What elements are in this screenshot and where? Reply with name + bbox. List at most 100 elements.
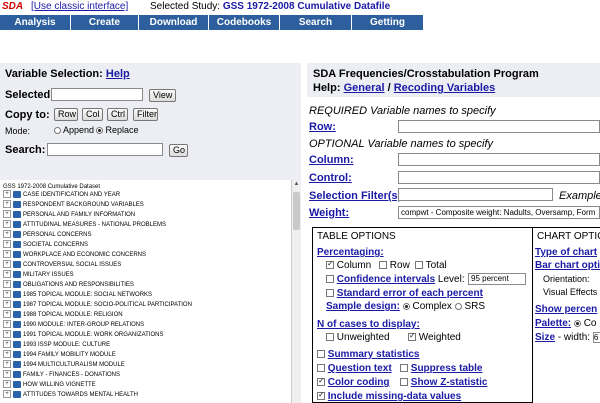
column-input[interactable] bbox=[398, 153, 600, 166]
tree-item[interactable]: +1991 TOPICAL MODULE: WORK ORGANIZATIONS bbox=[3, 330, 163, 340]
unweighted-option[interactable]: Unweighted bbox=[326, 332, 390, 343]
show-z-checkbox[interactable] bbox=[400, 378, 408, 387]
help-general-link[interactable]: General bbox=[344, 82, 385, 94]
nav-getting-started[interactable]: Getting Started bbox=[352, 15, 423, 43]
expand-icon[interactable]: + bbox=[3, 200, 11, 209]
confidence-label[interactable]: Confidence intervals bbox=[337, 274, 435, 285]
expand-icon[interactable]: + bbox=[3, 220, 11, 229]
expand-icon[interactable]: + bbox=[3, 360, 11, 369]
expand-icon[interactable]: + bbox=[3, 330, 11, 339]
copy-row-button[interactable]: Row bbox=[54, 108, 78, 121]
expand-icon[interactable]: + bbox=[3, 190, 11, 199]
suppress-label[interactable]: Suppress table bbox=[411, 363, 483, 374]
tree-item[interactable]: +1987 TOPICAL MODULE: SOCIO-POLITICAL PA… bbox=[3, 300, 192, 310]
tree-item[interactable]: + PERSONAL AND FAMILY INFORMATION bbox=[3, 210, 135, 220]
percentaging-label[interactable]: Percentaging: bbox=[317, 247, 384, 258]
nav-search[interactable]: Search bbox=[280, 15, 352, 30]
expand-icon[interactable]: + bbox=[3, 240, 11, 249]
tree-item[interactable]: +1994 MULTICULTURALISM MODULE bbox=[3, 360, 125, 370]
srs-radio[interactable] bbox=[454, 302, 462, 310]
missing-checkbox[interactable] bbox=[317, 390, 325, 401]
copy-ctrl-button[interactable]: Ctrl bbox=[107, 108, 128, 121]
selection-filter-input[interactable] bbox=[398, 188, 553, 201]
tree-item[interactable]: + WORKPLACE AND ECONOMIC CONCERNS bbox=[3, 250, 146, 260]
summary-checkbox[interactable] bbox=[317, 350, 325, 359]
weighted-checkbox[interactable] bbox=[408, 331, 416, 342]
help-recoding-link[interactable]: Recoding Variables bbox=[394, 82, 495, 94]
confidence-checkbox[interactable] bbox=[326, 275, 334, 284]
variable-selection-help-link[interactable]: Help bbox=[106, 68, 130, 80]
question-text-checkbox[interactable] bbox=[317, 364, 325, 373]
nav-codebooks[interactable]: Codebooks bbox=[209, 15, 280, 30]
search-input[interactable] bbox=[47, 143, 163, 156]
tree-item[interactable]: + CONTROVERSIAL SOCIAL ISSUES bbox=[3, 260, 121, 270]
tree-item[interactable]: + PERSONAL CONCERNS bbox=[3, 230, 91, 240]
expand-icon[interactable]: + bbox=[3, 300, 11, 309]
row-label[interactable]: Row: bbox=[309, 121, 336, 133]
copy-col-button[interactable]: Col bbox=[82, 108, 103, 121]
level-select[interactable]: 95 percent bbox=[468, 273, 526, 285]
question-text-label[interactable]: Question text bbox=[328, 363, 392, 374]
pct-column-option[interactable]: Column bbox=[326, 259, 371, 271]
expand-icon[interactable]: + bbox=[3, 270, 11, 279]
tree-item[interactable]: +1993 ISSP MODULE: CULTURE bbox=[3, 340, 110, 350]
pct-row-checkbox[interactable] bbox=[379, 261, 387, 270]
row-input[interactable] bbox=[398, 120, 600, 133]
view-button[interactable]: View bbox=[149, 89, 176, 102]
size-label[interactable]: Size bbox=[535, 332, 555, 343]
selection-filter-label[interactable]: Selection Filter(s): bbox=[309, 190, 405, 202]
expand-icon[interactable]: + bbox=[3, 350, 11, 359]
tree-item[interactable]: +1994 FAMILY MOBILITY MODULE bbox=[3, 350, 116, 360]
n-cases-label[interactable]: N of cases to display: bbox=[317, 319, 420, 330]
tree-scrollbar[interactable]: ▲ bbox=[291, 180, 301, 403]
pct-total-option[interactable]: Total bbox=[415, 260, 447, 271]
color-coding-label[interactable]: Color coding bbox=[328, 377, 390, 388]
mode-append-radio[interactable] bbox=[54, 127, 61, 135]
tree-item[interactable]: + CASE IDENTIFICATION AND YEAR bbox=[3, 190, 120, 200]
control-label[interactable]: Control: bbox=[309, 172, 352, 184]
nav-analysis[interactable]: Analysis bbox=[0, 15, 71, 30]
column-label[interactable]: Column: bbox=[309, 154, 354, 166]
std-error-checkbox[interactable] bbox=[326, 289, 334, 298]
selected-variable-input[interactable] bbox=[51, 88, 143, 101]
weighted-option[interactable]: Weighted bbox=[408, 331, 461, 343]
classic-interface-link[interactable]: [Use classic interface] bbox=[31, 1, 128, 12]
weight-label[interactable]: Weight: bbox=[309, 207, 349, 219]
tree-item[interactable]: + FAMILY - FINANCES - DONATIONS bbox=[3, 370, 120, 380]
tree-item[interactable]: + SOCIETAL CONCERNS bbox=[3, 240, 88, 250]
study-name-link[interactable]: GSS 1972-2008 Cumulative Datafile bbox=[223, 1, 390, 12]
expand-icon[interactable]: + bbox=[3, 370, 11, 379]
tree-item[interactable]: +1988 TOPICAL MODULE: RELIGION bbox=[3, 310, 123, 320]
summary-option[interactable]: Summary statistics bbox=[317, 349, 420, 360]
mode-append-option[interactable]: Append bbox=[54, 125, 94, 135]
tree-item[interactable]: + OBLIGATIONS AND RESPONSIBILITIES bbox=[3, 280, 134, 290]
confidence-option[interactable]: Confidence intervals Level: bbox=[326, 274, 465, 285]
tree-item[interactable]: +1985 TOPICAL MODULE: SOCIAL NETWORKS bbox=[3, 290, 152, 300]
palette-radio[interactable] bbox=[573, 319, 581, 327]
expand-icon[interactable]: + bbox=[3, 250, 11, 259]
unweighted-checkbox[interactable] bbox=[326, 333, 334, 342]
go-button[interactable]: Go bbox=[169, 144, 188, 157]
expand-icon[interactable]: + bbox=[3, 390, 11, 399]
expand-icon[interactable]: + bbox=[3, 280, 11, 289]
expand-icon[interactable]: + bbox=[3, 260, 11, 269]
expand-icon[interactable]: + bbox=[3, 380, 11, 389]
tree-item[interactable]: + HOW WILLING VIGNETTE bbox=[3, 380, 96, 390]
scrollbar-thumb[interactable] bbox=[293, 192, 300, 230]
expand-icon[interactable]: + bbox=[3, 230, 11, 239]
mode-replace-radio[interactable] bbox=[96, 127, 103, 135]
expand-icon[interactable]: + bbox=[3, 340, 11, 349]
std-error-option[interactable]: Standard error of each percent bbox=[326, 288, 483, 299]
scroll-up-arrow-icon[interactable]: ▲ bbox=[292, 180, 301, 189]
pct-row-option[interactable]: Row bbox=[379, 260, 410, 271]
complex-radio[interactable] bbox=[402, 302, 410, 310]
expand-icon[interactable]: + bbox=[3, 310, 11, 319]
question-text-option[interactable]: Question text bbox=[317, 363, 392, 374]
palette-label[interactable]: Palette: bbox=[535, 318, 571, 329]
control-input[interactable] bbox=[398, 171, 600, 184]
tree-item[interactable]: +1990 MODULE: INTER-GROUP RELATIONS bbox=[3, 320, 144, 330]
suppress-option[interactable]: Suppress table bbox=[400, 363, 482, 374]
pct-total-checkbox[interactable] bbox=[415, 261, 423, 270]
mode-replace-option[interactable]: Replace bbox=[96, 125, 139, 135]
expand-icon[interactable]: + bbox=[3, 320, 11, 329]
